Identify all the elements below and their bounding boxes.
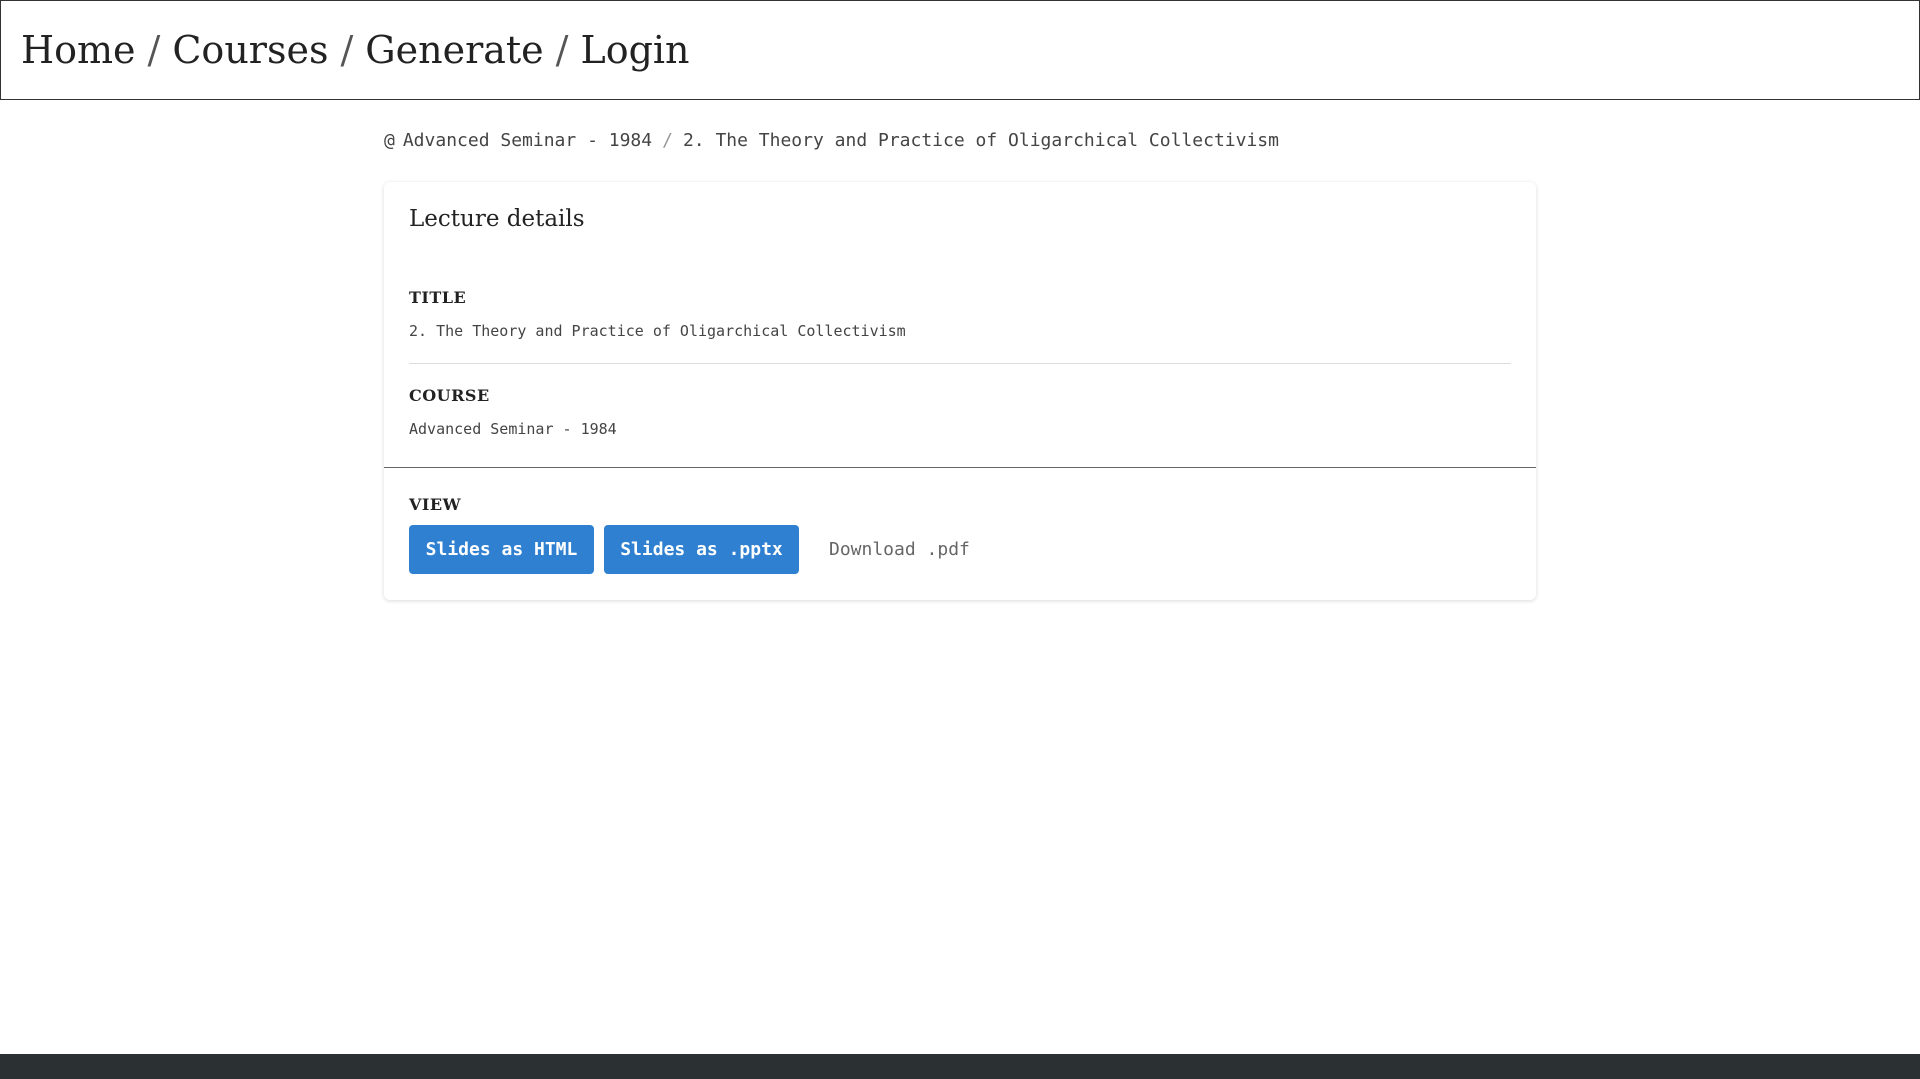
nav-login-link[interactable]: Login	[580, 28, 689, 72]
course-field-value: Advanced Seminar - 1984	[409, 420, 617, 438]
nav-home-link[interactable]: Home	[21, 28, 136, 72]
course-field-label: COURSE	[409, 386, 490, 405]
lecture-details-card: Lecture details TITLE 2. The Theory and …	[384, 182, 1536, 600]
nav-separator: /	[340, 28, 354, 72]
breadcrumb-prefix: @	[384, 130, 395, 151]
nav-courses-link[interactable]: Courses	[172, 28, 328, 72]
title-field-label: TITLE	[409, 288, 467, 307]
nav-generate-link[interactable]: Generate	[365, 28, 543, 72]
card-title: Lecture details	[409, 206, 585, 232]
breadcrumb-separator: /	[662, 130, 673, 151]
section-divider	[384, 467, 1536, 468]
view-section-label: VIEW	[409, 495, 462, 514]
slides-html-button[interactable]: Slides as HTML	[409, 525, 594, 574]
field-divider	[409, 363, 1511, 364]
breadcrumb-course-link[interactable]: Advanced Seminar - 1984	[403, 130, 652, 151]
breadcrumb-lecture: 2. The Theory and Practice of Oligarchic…	[682, 130, 1279, 151]
top-navigation: Home / Courses / Generate / Login	[0, 0, 1920, 100]
breadcrumb: @ Advanced Seminar - 1984 / 2. The Theor…	[384, 130, 1279, 151]
nav-separator: /	[555, 28, 569, 72]
title-field-value: 2. The Theory and Practice of Oligarchic…	[409, 322, 906, 340]
nav-separator: /	[147, 28, 161, 72]
slides-pptx-button[interactable]: Slides as .pptx	[604, 525, 799, 574]
footer-bar	[0, 1054, 1920, 1079]
download-pdf-link[interactable]: Download .pdf	[829, 525, 970, 574]
